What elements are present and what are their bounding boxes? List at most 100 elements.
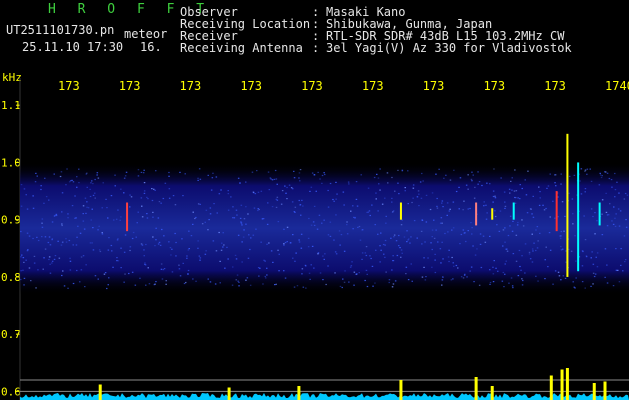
noise-dot — [400, 256, 402, 258]
noise-dot — [79, 232, 82, 234]
noise-dot — [580, 193, 583, 195]
noise-dot — [554, 174, 557, 176]
noise-dot — [572, 281, 574, 283]
noise-dot — [274, 284, 276, 286]
noise-dot — [137, 211, 139, 213]
noise-dot — [182, 195, 184, 197]
noise-dot — [590, 180, 593, 182]
noise-dot — [563, 230, 565, 232]
noise-dot — [96, 174, 98, 176]
noise-dot — [520, 269, 522, 271]
noise-dot — [606, 225, 609, 227]
noise-dot — [463, 274, 466, 276]
noise-dot — [168, 171, 170, 174]
noise-dot — [335, 181, 337, 183]
noise-dot — [146, 196, 148, 198]
noise-dot — [22, 257, 25, 259]
noise-dot — [393, 234, 396, 236]
noise-dot — [25, 194, 27, 196]
noise-dot — [391, 211, 394, 213]
noise-dot — [169, 247, 172, 249]
noise-dot — [335, 253, 338, 255]
noise-dot — [146, 213, 148, 215]
noise-dot — [110, 195, 113, 197]
noise-dot — [383, 253, 385, 255]
noise-dot — [143, 169, 145, 171]
noise-dot — [358, 225, 361, 228]
noise-dot — [544, 278, 546, 280]
datetime-suffix: 16. — [140, 40, 162, 54]
noise-dot — [347, 181, 350, 183]
noise-dot — [114, 185, 116, 187]
noise-dot — [137, 175, 140, 177]
noise-dot — [140, 243, 143, 245]
noise-dot — [474, 254, 477, 256]
noise-dot — [460, 233, 463, 236]
noise-dot — [375, 249, 377, 251]
noise-dot — [421, 276, 424, 278]
noise-dot — [26, 208, 29, 210]
noise-dot — [611, 186, 613, 188]
noise-dot — [538, 204, 541, 206]
noise-dot — [49, 244, 52, 246]
noise-dot — [143, 192, 146, 194]
noise-dot — [322, 255, 324, 257]
noise-dot — [187, 273, 189, 275]
x-tick-label: 173 — [58, 79, 80, 93]
noise-dot — [153, 284, 156, 286]
noise-dot — [147, 267, 149, 269]
noise-dot — [175, 241, 177, 244]
noise-dot — [175, 255, 177, 257]
noise-dot — [235, 258, 238, 260]
noise-dot — [512, 253, 515, 255]
noise-dot — [484, 241, 487, 243]
noise-dot — [335, 198, 337, 200]
noise-dot — [462, 277, 465, 279]
noise-dot — [486, 182, 488, 184]
noise-dot — [146, 217, 149, 219]
noise-dot — [392, 260, 394, 262]
noise-dot — [374, 224, 376, 226]
noise-dot — [131, 237, 134, 240]
noise-dot — [486, 212, 488, 214]
noise-dot — [249, 248, 251, 251]
noise-dot — [207, 174, 209, 176]
noise-dot — [139, 277, 141, 279]
noise-dot — [341, 286, 343, 289]
noise-dot — [273, 178, 276, 180]
noise-dot — [211, 177, 214, 179]
noise-dot — [617, 269, 619, 271]
noise-dot — [392, 283, 395, 285]
noise-dot — [165, 280, 167, 282]
noise-dot — [503, 191, 506, 193]
noise-dot — [165, 283, 167, 285]
noise-dot — [253, 207, 256, 209]
noise-dot — [392, 255, 394, 257]
noise-dot — [417, 190, 420, 192]
noise-dot — [624, 192, 627, 195]
noise-dot — [179, 171, 181, 173]
noise-dot — [391, 269, 393, 271]
noise-dot — [289, 242, 292, 244]
noise-dot — [365, 246, 368, 248]
noise-dot — [20, 184, 23, 186]
noise-dot — [560, 245, 562, 248]
noise-dot — [616, 181, 618, 183]
noise-dot — [66, 168, 68, 170]
noise-dot — [319, 272, 322, 274]
noise-band — [20, 162, 629, 295]
noise-dot — [512, 220, 514, 222]
noise-dot — [463, 232, 465, 234]
noise-dot — [186, 255, 188, 257]
noise-dot — [619, 210, 622, 212]
noise-dot — [622, 270, 624, 272]
noise-dot — [624, 259, 627, 261]
noise-dot — [266, 267, 268, 269]
noise-dot — [119, 219, 121, 221]
noise-dot — [245, 279, 247, 281]
noise-dot — [41, 236, 43, 238]
noise-dot — [579, 180, 581, 182]
noise-dot — [51, 262, 53, 264]
noise-dot — [625, 226, 628, 228]
noise-dot — [313, 174, 316, 176]
